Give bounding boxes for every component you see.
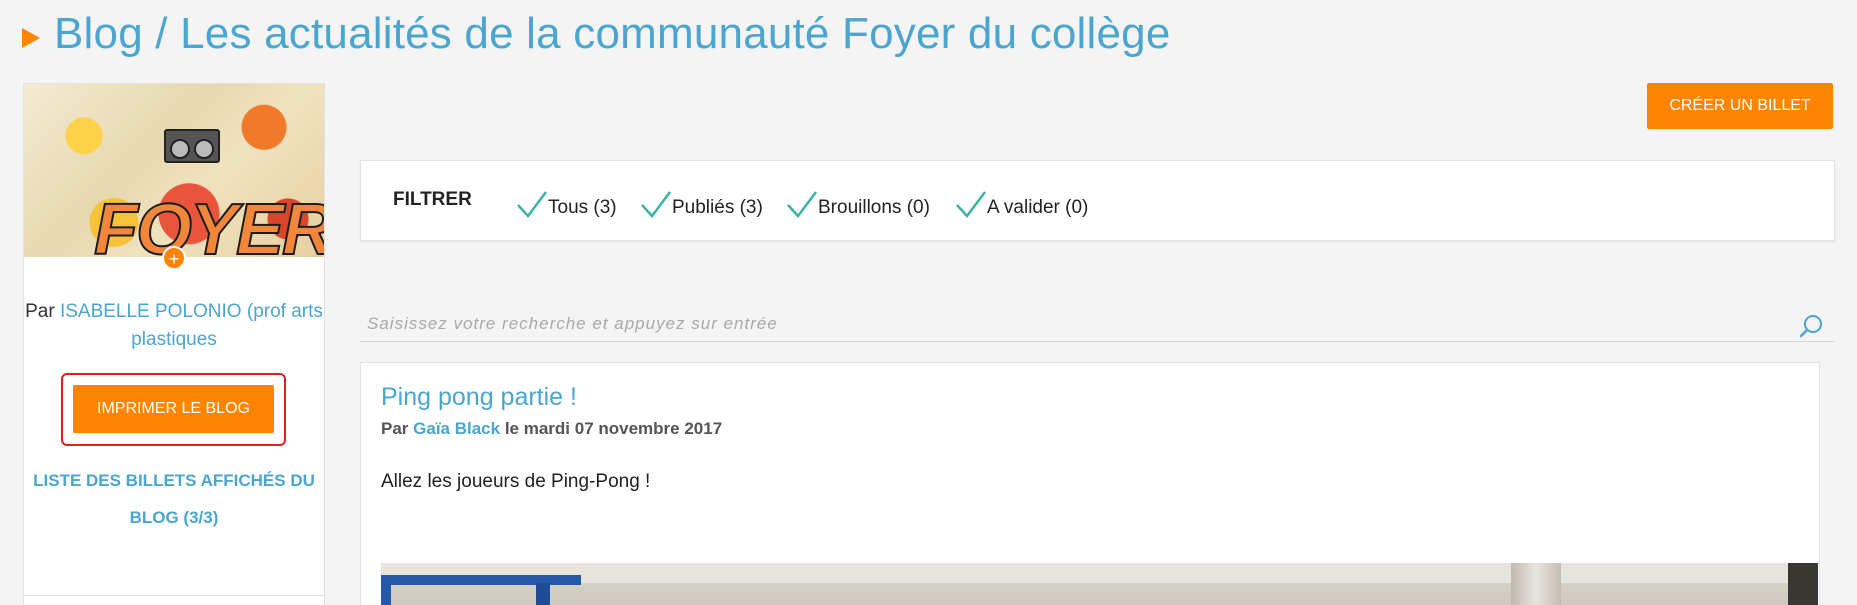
filter-drafts[interactable]: Brouillons (0) bbox=[786, 183, 930, 219]
add-thumbnail-button[interactable]: + bbox=[162, 246, 186, 270]
create-post-button[interactable]: CRÉER UN BILLET bbox=[1647, 83, 1833, 129]
check-icon bbox=[517, 191, 547, 218]
post-title-link[interactable]: Ping pong partie ! bbox=[381, 383, 577, 412]
check-icon bbox=[641, 191, 671, 218]
posts-list-link[interactable]: LISTE DES BILLETS AFFICHÉS DU BLOG (3/3) bbox=[24, 462, 324, 536]
filter-to-validate-label: A valider (0) bbox=[987, 197, 1089, 218]
search-icon[interactable] bbox=[1798, 313, 1824, 339]
blog-thumbnail: FOYER bbox=[24, 84, 324, 257]
search-input[interactable] bbox=[367, 310, 1767, 338]
filter-bar: FILTRER Tous (3) Publiés (3) Brouillons … bbox=[360, 160, 1835, 241]
thumbnail-boombox-drawing bbox=[164, 129, 220, 163]
filter-label: FILTRER bbox=[393, 189, 472, 210]
page-title: Blog / Les actualités de la communauté F… bbox=[54, 9, 1171, 58]
blog-sidebar: FOYER + Par ISABELLE POLONIO (prof arts … bbox=[23, 83, 325, 605]
post-card: Ping pong partie ! Par Gaïa Black le mar… bbox=[360, 362, 1820, 605]
post-author-link[interactable]: Gaïa Black bbox=[413, 419, 500, 438]
post-image bbox=[381, 563, 1818, 605]
filter-all[interactable]: Tous (3) bbox=[516, 183, 617, 219]
thumbnail-graffiti-drawing: FOYER bbox=[93, 189, 324, 257]
check-icon bbox=[956, 191, 986, 218]
post-body: Allez les joueurs de Ping-Pong ! bbox=[381, 471, 651, 492]
author-name-link[interactable]: ISABELLE POLONIO (prof arts plastiques bbox=[60, 301, 323, 350]
post-date: le mardi 07 novembre 2017 bbox=[500, 419, 723, 438]
author-prefix: Par bbox=[25, 301, 60, 322]
sidebar-divider bbox=[24, 595, 324, 596]
filter-to-validate[interactable]: A valider (0) bbox=[955, 183, 1088, 219]
post-meta: Par Gaïa Black le mardi 07 novembre 2017 bbox=[381, 419, 722, 439]
blog-author: Par ISABELLE POLONIO (prof arts plastiqu… bbox=[24, 298, 324, 354]
post-meta-prefix: Par bbox=[381, 419, 414, 438]
search-bar bbox=[360, 307, 1835, 342]
filter-drafts-label: Brouillons (0) bbox=[818, 197, 930, 218]
print-blog-button[interactable]: IMPRIMER LE BLOG bbox=[73, 385, 274, 433]
filter-published[interactable]: Publiés (3) bbox=[640, 183, 763, 219]
check-icon bbox=[787, 191, 817, 218]
filter-all-label: Tous (3) bbox=[548, 197, 617, 218]
filter-published-label: Publiés (3) bbox=[672, 197, 763, 218]
page-header: Blog / Les actualités de la communauté F… bbox=[22, 4, 1171, 64]
title-arrow-icon bbox=[22, 28, 40, 48]
